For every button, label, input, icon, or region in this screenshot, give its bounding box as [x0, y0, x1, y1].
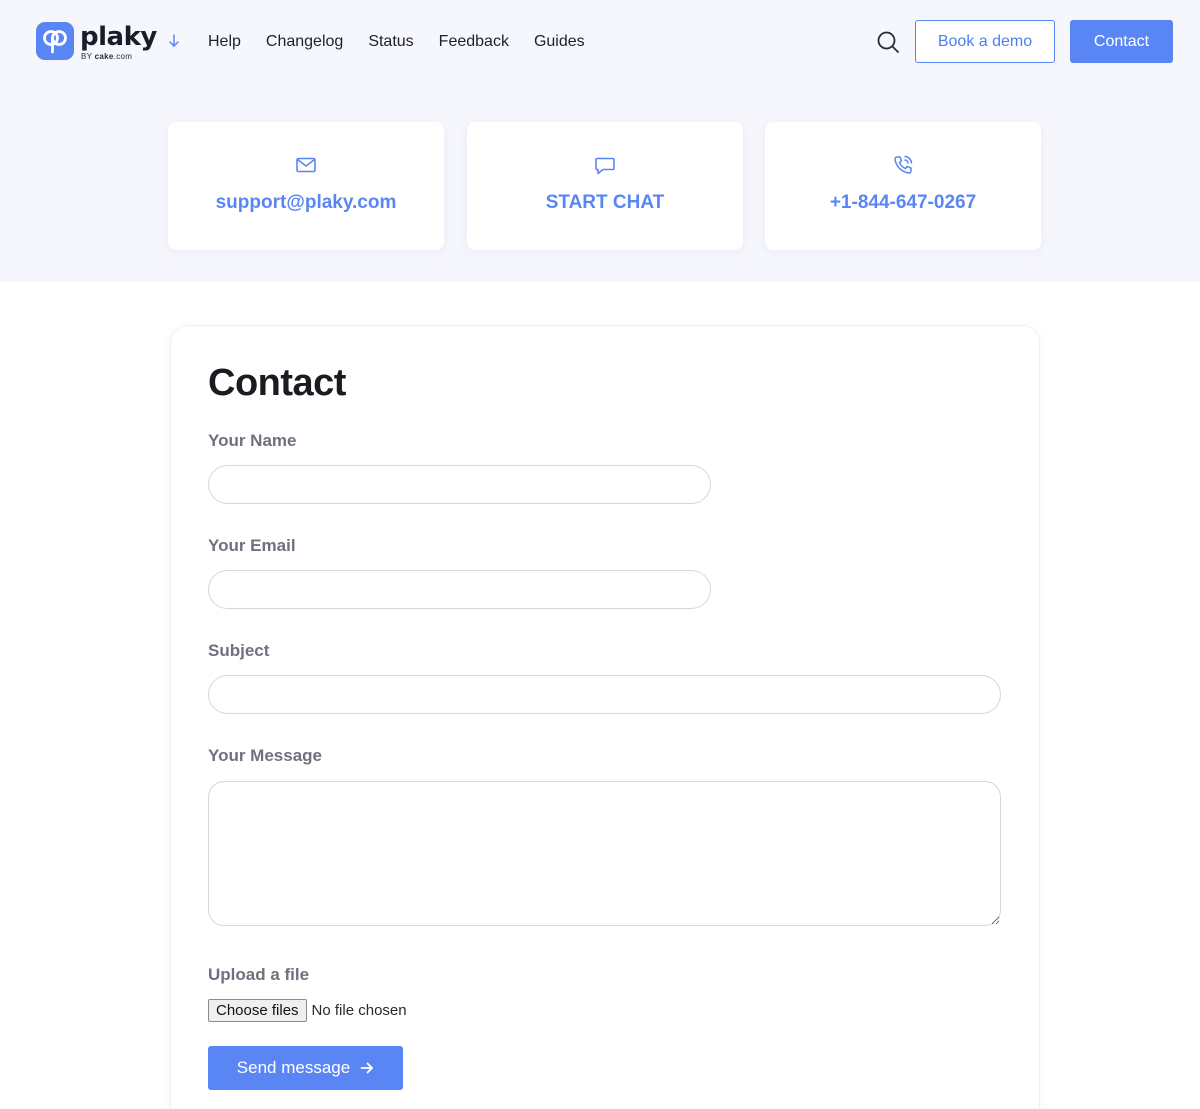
- choose-files-button[interactable]: Choose files: [208, 999, 307, 1022]
- name-input[interactable]: [208, 465, 711, 504]
- phone-support-card[interactable]: +1-844-647-0267: [765, 122, 1041, 250]
- nav-item-help[interactable]: Help: [208, 32, 241, 52]
- phone-support-label: +1-844-647-0267: [829, 192, 977, 213]
- brand-subtitle: BY cake.com: [81, 52, 133, 61]
- page-title: Contact: [208, 362, 346, 404]
- email-input[interactable]: [208, 570, 711, 609]
- upload-label: Upload a file: [208, 965, 310, 984]
- plaky-logo-icon: [36, 22, 74, 60]
- email-support-card[interactable]: support@plaky.com: [168, 122, 444, 250]
- nav-item-guides[interactable]: Guides: [534, 32, 585, 52]
- email-support-label: support@plaky.com: [215, 192, 397, 213]
- arrow-right-icon: [360, 1062, 374, 1074]
- brand-logo[interactable]: plaky BY cake.com: [36, 22, 157, 61]
- nav-item-changelog[interactable]: Changelog: [266, 32, 343, 52]
- nav-item-status[interactable]: Status: [368, 32, 413, 52]
- contact-button[interactable]: Contact: [1070, 20, 1173, 63]
- start-chat-label: START CHAT: [545, 192, 665, 213]
- send-message-button[interactable]: Send message: [208, 1046, 403, 1090]
- send-message-label: Send message: [236, 1058, 351, 1077]
- contact-form-panel: [170, 325, 1040, 1109]
- book-demo-button[interactable]: Book a demo: [915, 20, 1055, 63]
- subject-input[interactable]: [208, 675, 1001, 714]
- main-nav: Help Changelog Status Feedback Guides: [208, 32, 610, 52]
- phone-call-icon: [892, 154, 914, 176]
- brand-name: plaky: [80, 22, 157, 52]
- email-label: Your Email: [208, 536, 296, 555]
- start-chat-card[interactable]: START CHAT: [467, 122, 743, 250]
- file-upload: Choose files No file chosen: [208, 999, 407, 1022]
- search-icon[interactable]: [875, 29, 901, 55]
- message-label: Your Message: [208, 746, 323, 765]
- subject-label: Subject: [208, 641, 270, 660]
- chevron-down-icon[interactable]: [166, 33, 182, 49]
- file-status-text: No file chosen: [311, 1002, 407, 1019]
- message-textarea[interactable]: [208, 781, 1001, 926]
- name-label: Your Name: [208, 431, 297, 450]
- chat-bubble-icon: [594, 154, 616, 176]
- mail-icon: [295, 154, 317, 176]
- nav-item-feedback[interactable]: Feedback: [439, 32, 509, 52]
